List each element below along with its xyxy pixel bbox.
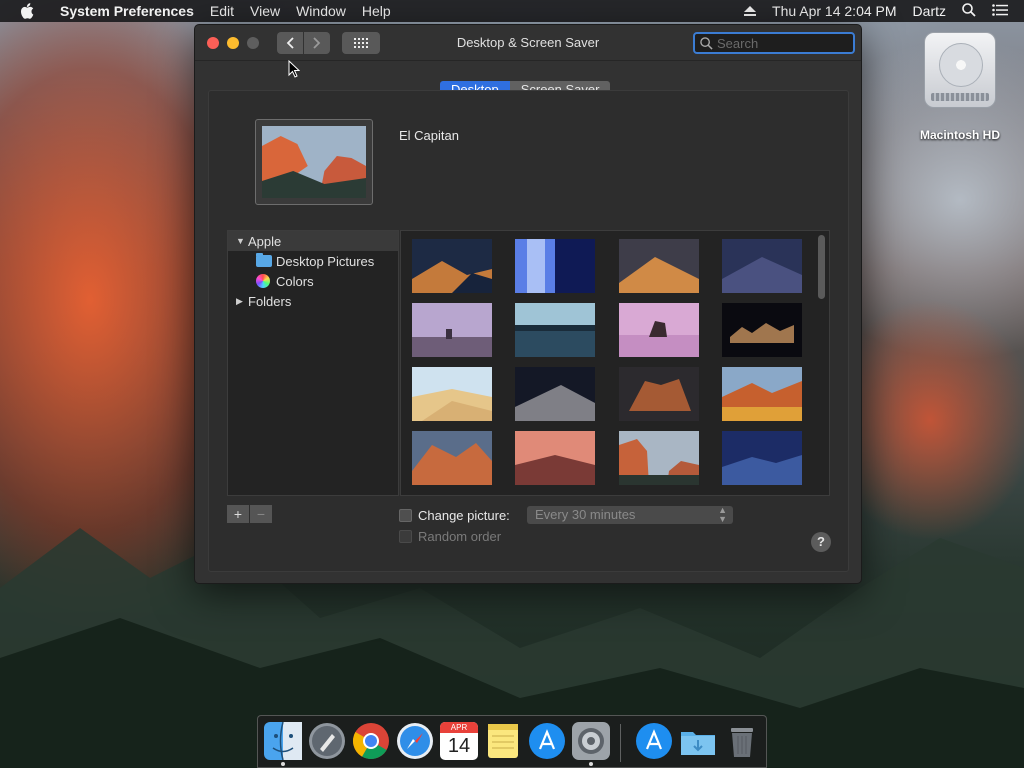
folder-icon — [256, 253, 272, 267]
calendar-month: APR — [440, 722, 478, 733]
add-remove-control: + − — [227, 505, 272, 523]
wallpaper-thumbnail[interactable] — [722, 239, 802, 293]
current-picture-preview — [255, 119, 373, 205]
thumbnail-scrollbar[interactable] — [818, 235, 825, 299]
search-icon — [700, 36, 713, 50]
change-picture-checkbox[interactable] — [399, 509, 412, 522]
dock: APR 14 — [257, 715, 767, 768]
menu-view[interactable]: View — [242, 0, 288, 22]
chevron-left-icon — [286, 36, 294, 49]
chevron-right-icon — [313, 36, 321, 49]
random-order-option[interactable]: Random order — [399, 529, 501, 544]
finder-icon[interactable] — [264, 722, 302, 760]
random-order-label: Random order — [418, 529, 502, 544]
minimize-button[interactable] — [227, 36, 239, 49]
trash-icon[interactable] — [723, 722, 761, 760]
source-item-desktop-pictures-label: Desktop Pictures — [276, 253, 375, 269]
system-preferences-running-indicator — [589, 762, 593, 766]
color-wheel-icon — [256, 274, 270, 288]
desktop-screen-saver-window: Desktop & Screen Saver Desktop Screen Sa… — [194, 24, 862, 584]
wallpaper-thumbnail[interactable] — [412, 303, 492, 357]
back-button[interactable] — [277, 31, 303, 54]
source-item-desktop-pictures[interactable]: Desktop Pictures — [228, 251, 398, 271]
help-button[interactable]: ? — [811, 532, 831, 552]
wallpaper-thumbnail[interactable] — [412, 239, 492, 293]
menubar-clock[interactable]: Thu Apr 14 2:04 PM — [772, 3, 897, 19]
change-picture-option[interactable]: Change picture: — [399, 508, 510, 523]
hard-drive-icon — [924, 32, 996, 108]
calendar-day: 14 — [447, 735, 471, 757]
finder-running-indicator — [281, 762, 285, 766]
wallpaper-thumbnail[interactable] — [515, 303, 595, 357]
chrome-icon[interactable] — [352, 722, 390, 760]
safari-icon[interactable] — [396, 722, 434, 760]
change-picture-label: Change picture: — [418, 508, 510, 523]
spotlight-search-icon[interactable] — [962, 2, 976, 20]
menu-bar: System Preferences Edit View Window Help… — [0, 0, 1024, 22]
current-picture-name: El Capitan — [399, 128, 459, 143]
disclosure-collapsed-icon[interactable]: ▶ — [236, 296, 248, 307]
wallpaper-thumbnail[interactable] — [722, 367, 802, 421]
menubar-user[interactable]: Dartz — [913, 3, 946, 19]
show-all-button[interactable] — [342, 31, 380, 54]
wallpaper-thumbnail[interactable] — [619, 303, 699, 357]
dock-separator — [620, 724, 621, 762]
source-group-apple[interactable]: ▼ Apple — [228, 231, 398, 251]
launchpad-icon[interactable] — [308, 722, 346, 760]
source-group-folders-label: Folders — [248, 293, 292, 309]
search-field[interactable] — [693, 32, 855, 54]
random-order-checkbox[interactable] — [399, 530, 412, 543]
system-preferences-icon[interactable] — [572, 722, 610, 760]
wallpaper-thumbnail[interactable] — [619, 431, 699, 485]
macintosh-hd-desktop-icon[interactable]: Macintosh HD — [912, 32, 1008, 142]
wallpaper-grid — [400, 230, 830, 496]
wallpaper-thumbnail[interactable] — [722, 431, 802, 485]
source-item-colors[interactable]: Colors — [228, 271, 398, 291]
menu-app-name[interactable]: System Preferences — [48, 0, 202, 22]
downloads-folder-icon[interactable] — [679, 722, 717, 760]
window-titlebar[interactable]: Desktop & Screen Saver — [195, 25, 861, 61]
wallpaper-thumbnail[interactable] — [619, 367, 699, 421]
source-group-folders[interactable]: ▶ Folders — [228, 291, 398, 311]
wallpaper-thumbnail[interactable] — [619, 239, 699, 293]
wallpaper-thumbnail[interactable] — [515, 367, 595, 421]
zoom-button[interactable] — [247, 36, 259, 49]
calendar-icon[interactable]: APR 14 — [440, 722, 478, 760]
source-list: ▼ Apple Desktop Pictures Colors ▶ Folder… — [227, 230, 399, 496]
menu-edit[interactable]: Edit — [202, 0, 242, 22]
macintosh-hd-label: Macintosh HD — [919, 128, 1000, 142]
close-button[interactable] — [207, 36, 219, 49]
notification-center-icon[interactable] — [992, 3, 1008, 19]
menu-help[interactable]: Help — [354, 0, 399, 22]
disclosure-expanded-icon[interactable]: ▼ — [236, 236, 248, 246]
apple-menu-icon[interactable] — [20, 3, 36, 19]
eject-icon[interactable] — [744, 3, 757, 19]
source-item-colors-label: Colors — [276, 273, 314, 289]
grid-icon — [354, 37, 368, 48]
add-folder-button[interactable]: + — [227, 505, 249, 523]
menu-window[interactable]: Window — [288, 0, 354, 22]
change-interval-select[interactable]: Every 30 minutes ▲ ▼ — [527, 506, 733, 524]
updown-arrows-icon: ▲ ▼ — [718, 505, 727, 524]
search-input[interactable] — [717, 35, 847, 51]
app-store-download-icon[interactable] — [635, 722, 673, 760]
mouse-cursor-icon — [288, 60, 300, 78]
wallpaper-thumbnail[interactable] — [515, 431, 595, 485]
forward-button[interactable] — [304, 31, 330, 54]
wallpaper-thumbnail[interactable] — [412, 367, 492, 421]
wallpaper-thumbnail[interactable] — [515, 239, 595, 293]
notes-icon[interactable] — [484, 722, 522, 760]
remove-folder-button[interactable]: − — [250, 505, 272, 523]
wallpaper-thumbnail[interactable] — [722, 303, 802, 357]
app-store-icon[interactable] — [528, 722, 566, 760]
wallpaper-thumbnail[interactable] — [412, 431, 492, 485]
change-interval-value: Every 30 minutes — [535, 507, 636, 522]
el-capitan-thumbnail — [262, 126, 366, 198]
source-group-apple-label: Apple — [248, 233, 282, 249]
